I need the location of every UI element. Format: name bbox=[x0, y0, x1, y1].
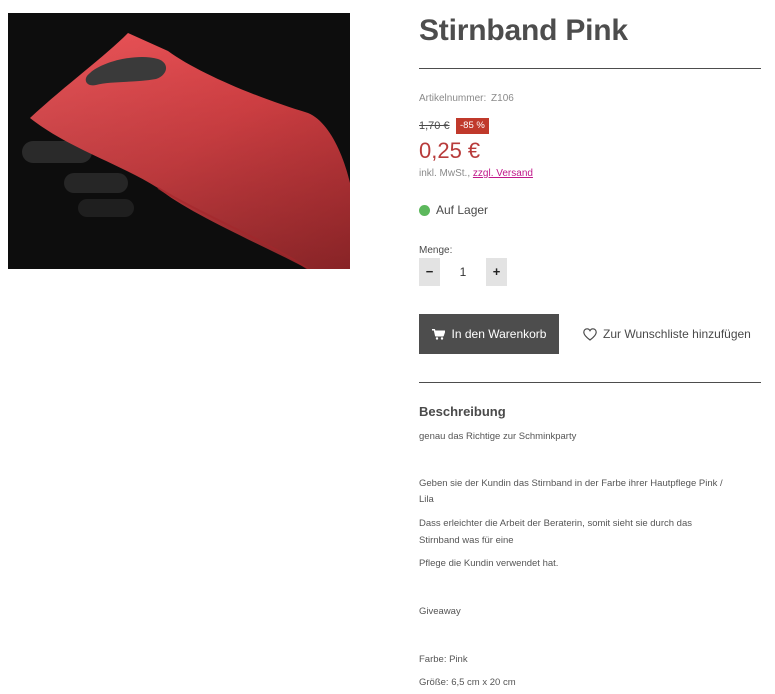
quantity-increase-button[interactable]: + bbox=[486, 258, 507, 286]
description-line: Dass erleichter die Arbeit der Beraterin… bbox=[419, 518, 692, 529]
discount-badge: -85 % bbox=[456, 118, 489, 134]
wishlist-button[interactable]: Zur Wunschliste hinzufügen bbox=[583, 324, 751, 344]
divider bbox=[419, 68, 761, 69]
tax-label: inkl. MwSt., bbox=[419, 168, 471, 179]
heart-icon bbox=[583, 327, 597, 341]
description-line: genau das Richtige zur Schminkparty bbox=[419, 431, 577, 442]
product-title: Stirnband Pink bbox=[419, 14, 628, 47]
description-line: Pflege die Kundin verwendet hat. bbox=[419, 558, 559, 569]
description-line: Größe: 6,5 cm x 20 cm bbox=[419, 677, 516, 688]
product-image[interactable] bbox=[8, 13, 350, 269]
stock-status: Auf Lager bbox=[419, 203, 488, 217]
add-to-cart-label: In den Warenkorb bbox=[451, 327, 547, 341]
description-line: Geben sie der Kundin das Stirnband in de… bbox=[419, 478, 723, 489]
description-line: Farbe: Pink bbox=[419, 654, 468, 665]
shopping-cart-icon bbox=[431, 328, 445, 340]
quantity-label: Menge: bbox=[419, 245, 453, 256]
description-heading: Beschreibung bbox=[419, 404, 506, 419]
status-dot-icon bbox=[419, 204, 430, 216]
shipping-link[interactable]: zzgl. Versand bbox=[473, 168, 533, 179]
headband-photo bbox=[8, 13, 350, 269]
sku-label: Artikelnummer: bbox=[419, 93, 487, 104]
add-to-cart-button[interactable]: In den Warenkorb bbox=[419, 314, 559, 354]
description-line: Lila bbox=[419, 494, 434, 505]
description-line: Giveaway bbox=[419, 606, 461, 617]
old-price: 1,70 € bbox=[419, 120, 450, 132]
tax-note: inkl. MwSt., zzgl. Versand bbox=[419, 168, 533, 179]
divider bbox=[419, 382, 761, 383]
price: 0,25 € bbox=[419, 138, 481, 163]
wishlist-label: Zur Wunschliste hinzufügen bbox=[603, 327, 751, 341]
sku-value: Z106 bbox=[491, 93, 514, 104]
quantity-input[interactable]: 1 bbox=[440, 258, 486, 286]
stock-label: Auf Lager bbox=[436, 203, 489, 217]
sku: Artikelnummer: Z106 bbox=[419, 93, 514, 104]
description-line: Stirnband was für eine bbox=[419, 535, 514, 546]
quantity-decrease-button[interactable]: − bbox=[419, 258, 440, 286]
